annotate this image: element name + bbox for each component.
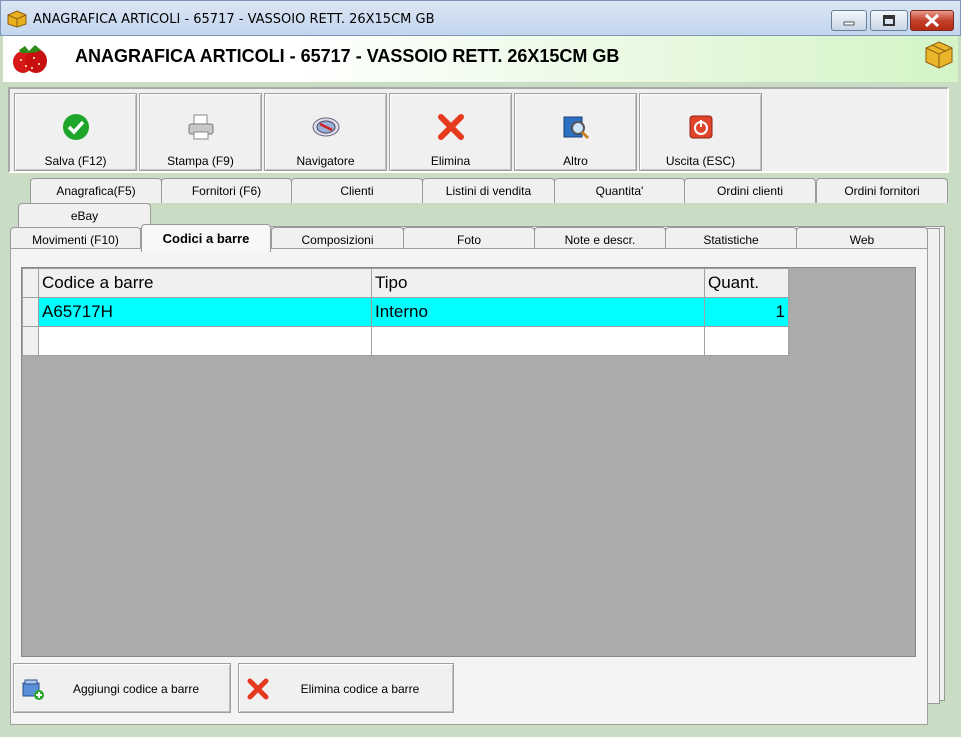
printer-icon bbox=[188, 114, 213, 140]
other-label: Altro bbox=[563, 154, 588, 168]
delete-barcode-label: Elimina codice a barre bbox=[300, 682, 420, 696]
checkmark-icon bbox=[62, 114, 89, 140]
red-x-icon bbox=[437, 114, 464, 140]
add-barcode-label: Aggiungi codice a barre bbox=[72, 682, 200, 696]
delete-label: Elimina bbox=[430, 154, 471, 168]
page-title: ANAGRAFICA ARTICOLI - 65717 - VASSOIO RE… bbox=[75, 46, 620, 66]
print-label: Stampa (F9) bbox=[167, 154, 234, 168]
print-button[interactable]: Stampa (F9) bbox=[139, 93, 262, 171]
tab-clienti[interactable]: Clienti bbox=[291, 178, 423, 203]
exit-button[interactable]: Uscita (ESC) bbox=[639, 93, 762, 171]
column-header-type[interactable]: Tipo bbox=[371, 268, 705, 298]
minimize-button[interactable] bbox=[831, 10, 867, 31]
table-row[interactable]: A65717H Interno 1 bbox=[22, 297, 789, 327]
delete-barcode-button[interactable]: Elimina codice a barre bbox=[238, 663, 454, 713]
tab-fornitori[interactable]: Fornitori (F6) bbox=[161, 178, 292, 203]
cell-qty[interactable] bbox=[704, 326, 789, 356]
column-header-qty[interactable]: Quant. bbox=[704, 268, 789, 298]
row-selector bbox=[22, 268, 39, 298]
cell-code[interactable] bbox=[38, 326, 372, 356]
table-header-row: Codice a barre Tipo Quant. bbox=[22, 268, 789, 298]
row-selector[interactable] bbox=[22, 297, 39, 327]
tab-listini[interactable]: Listini di vendita bbox=[422, 178, 555, 203]
tab-anagrafica[interactable]: Anagrafica(F5) bbox=[30, 178, 162, 203]
add-barcode-button[interactable]: Aggiungi codice a barre bbox=[13, 663, 231, 713]
delete-button[interactable]: Elimina bbox=[389, 93, 512, 171]
tab-quantita[interactable]: Quantita' bbox=[554, 178, 685, 203]
exit-label: Uscita (ESC) bbox=[665, 154, 736, 168]
barcode-table: Codice a barre Tipo Quant. A65717H Inter… bbox=[22, 268, 789, 356]
restore-button[interactable] bbox=[870, 10, 908, 31]
cell-type[interactable]: Interno bbox=[371, 297, 705, 327]
navigator-label: Navigatore bbox=[296, 154, 355, 168]
toolbar: Salva (F12) Stampa (F9) Navigatore Elimi… bbox=[8, 87, 949, 173]
strawberry-logo-icon bbox=[13, 45, 47, 73]
minimize-icon bbox=[843, 21, 855, 26]
barcode-grid[interactable]: Codice a barre Tipo Quant. A65717H Inter… bbox=[21, 267, 916, 657]
column-header-code[interactable]: Codice a barre bbox=[38, 268, 372, 298]
compass-icon bbox=[312, 117, 339, 137]
barcode-tab-content: Codice a barre Tipo Quant. A65717H Inter… bbox=[10, 248, 928, 725]
power-icon bbox=[689, 115, 712, 139]
cell-qty[interactable]: 1 bbox=[704, 297, 789, 327]
close-button[interactable] bbox=[910, 10, 954, 31]
close-icon bbox=[924, 13, 940, 28]
tab-ebay[interactable]: eBay bbox=[18, 203, 151, 228]
app-header: ANAGRAFICA ARTICOLI - 65717 - VASSOIO RE… bbox=[3, 36, 958, 82]
row-selector[interactable] bbox=[22, 326, 39, 356]
tab-codici-a-barre[interactable]: Codici a barre bbox=[141, 224, 271, 252]
app-cube-icon bbox=[7, 10, 27, 28]
book-search-icon bbox=[563, 116, 589, 140]
restore-icon bbox=[883, 15, 895, 26]
table-new-row[interactable] bbox=[22, 326, 789, 356]
cube-icon bbox=[925, 41, 953, 69]
save-label: Salva (F12) bbox=[44, 154, 107, 168]
tab-ordini-fornitori[interactable]: Ordini fornitori bbox=[816, 178, 948, 203]
navigator-button[interactable]: Navigatore bbox=[264, 93, 387, 171]
cell-code[interactable]: A65717H bbox=[38, 297, 372, 327]
window-title-bar[interactable]: ANAGRAFICA ARTICOLI - 65717 - VASSOIO RE… bbox=[0, 0, 961, 36]
cell-type[interactable] bbox=[371, 326, 705, 356]
other-button[interactable]: Altro bbox=[514, 93, 637, 171]
tab-ordini-clienti[interactable]: Ordini clienti bbox=[684, 178, 816, 203]
save-button[interactable]: Salva (F12) bbox=[14, 93, 137, 171]
window-title: ANAGRAFICA ARTICOLI - 65717 - VASSOIO RE… bbox=[33, 12, 435, 27]
